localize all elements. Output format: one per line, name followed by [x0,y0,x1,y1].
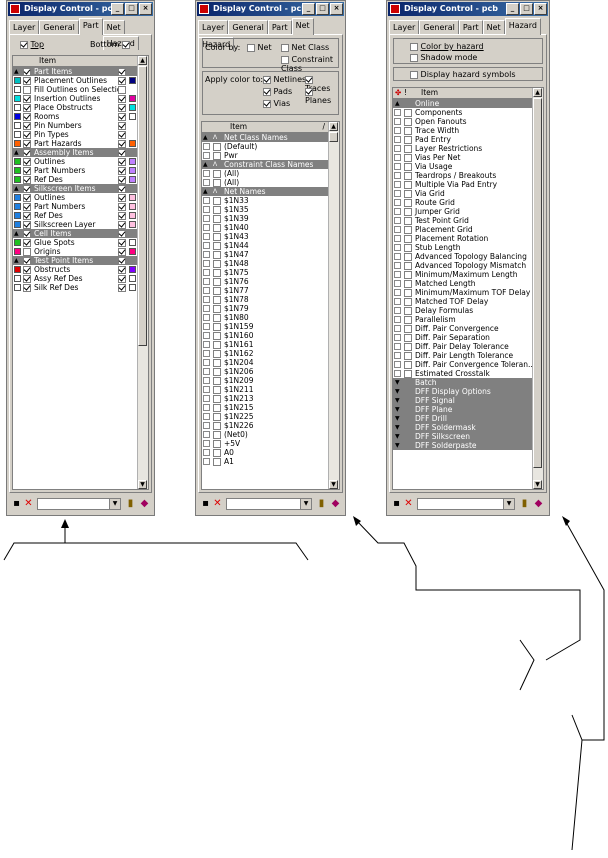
leader-hazard [565,521,605,741]
arrowhead-part [61,519,69,528]
annotation-lines [3,516,605,851]
arrowhead-hazard [562,516,570,526]
tab-hazard[interactable]: Hazard [504,18,541,35]
tab-part[interactable]: Part [78,18,103,35]
bracket-net [519,639,535,691]
bracket-part [3,542,309,561]
leader-net [355,519,581,661]
tab-net[interactable]: Net [291,18,314,35]
bracket-hazard [571,714,583,851]
